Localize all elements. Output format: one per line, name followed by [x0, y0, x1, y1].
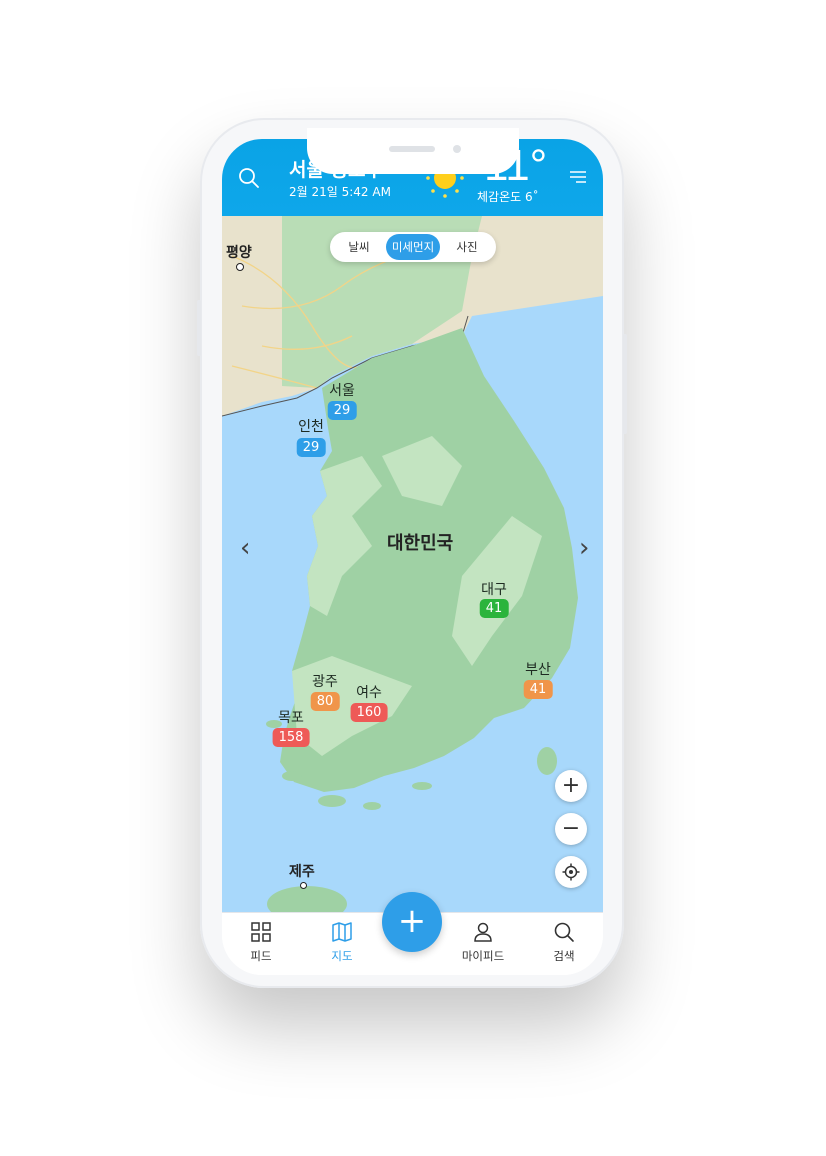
station-badge-gwangju[interactable]: 80 [310, 692, 340, 711]
observation-time: 2월 21일 5:42 AM [289, 185, 391, 199]
nav-search-label: 검색 [553, 949, 575, 963]
nav-my-feed-label: 마이피드 [461, 949, 505, 963]
feels-like-temperature: 체감온도 6˚ [477, 190, 539, 204]
zoom-in-button[interactable]: + [555, 770, 587, 802]
zoom-out-button[interactable]: − [555, 813, 587, 845]
nav-my-feed[interactable]: 마이피드 [453, 921, 513, 964]
nav-map[interactable]: 지도 [312, 921, 372, 964]
volume-button [197, 300, 201, 356]
tab-photo[interactable]: 사진 [440, 234, 494, 260]
prev-arrow-icon[interactable]: ‹ [240, 533, 250, 563]
tab-fine-dust[interactable]: 미세먼지 [386, 234, 440, 260]
station-badge-seoul[interactable]: 29 [327, 401, 357, 420]
country-label: 대한민국 [387, 533, 454, 554]
station-badge-daegu[interactable]: 41 [479, 599, 509, 618]
grid-icon [251, 922, 271, 942]
pyongyang-label: 평양 [226, 245, 252, 261]
category-tabs: 날씨 미세먼지 사진 [330, 232, 496, 262]
pyongyang-marker [236, 263, 244, 271]
station-label-gwangju: 광주 [312, 674, 338, 690]
next-arrow-icon[interactable]: › [579, 533, 589, 563]
phone-speaker [389, 146, 435, 152]
fine-dust-map[interactable]: 날씨 미세먼지 사진 평양 대한민국 서울 29 인천 29 대구 41 부산 … [222, 216, 603, 912]
station-badge-yeosu[interactable]: 160 [350, 703, 388, 722]
station-badge-incheon[interactable]: 29 [296, 438, 326, 457]
my-location-button[interactable] [555, 856, 587, 888]
station-label-seoul: 서울 [329, 383, 355, 399]
tab-weather[interactable]: 날씨 [332, 234, 386, 260]
jeju-marker [300, 882, 307, 889]
add-post-button[interactable]: + [382, 892, 442, 952]
jeju-label: 제주 [289, 864, 315, 880]
nav-feed[interactable]: 피드 [231, 921, 291, 964]
app-screen: 서울 종로구 2월 21일 5:42 AM 11° 체감온도 6˚ [222, 139, 603, 975]
station-label-incheon: 인천 [298, 419, 324, 435]
menu-icon[interactable] [568, 169, 588, 189]
korea-map-graphic [222, 216, 603, 912]
station-label-busan: 부산 [525, 662, 551, 678]
station-badge-busan[interactable]: 41 [523, 680, 553, 699]
nav-map-label: 지도 [331, 949, 353, 963]
station-label-mokpo: 목포 [278, 710, 304, 726]
station-label-yeosu: 여수 [356, 685, 382, 701]
locate-icon [562, 863, 580, 881]
phone-camera [453, 145, 461, 153]
nav-feed-label: 피드 [250, 949, 272, 963]
search-icon[interactable] [238, 167, 260, 193]
station-label-daegu: 대구 [481, 582, 507, 598]
power-button [623, 334, 627, 434]
search-icon [554, 922, 574, 942]
nav-search[interactable]: 검색 [534, 921, 594, 964]
person-icon [474, 922, 492, 942]
station-badge-mokpo[interactable]: 158 [272, 728, 310, 747]
map-icon [332, 922, 352, 942]
